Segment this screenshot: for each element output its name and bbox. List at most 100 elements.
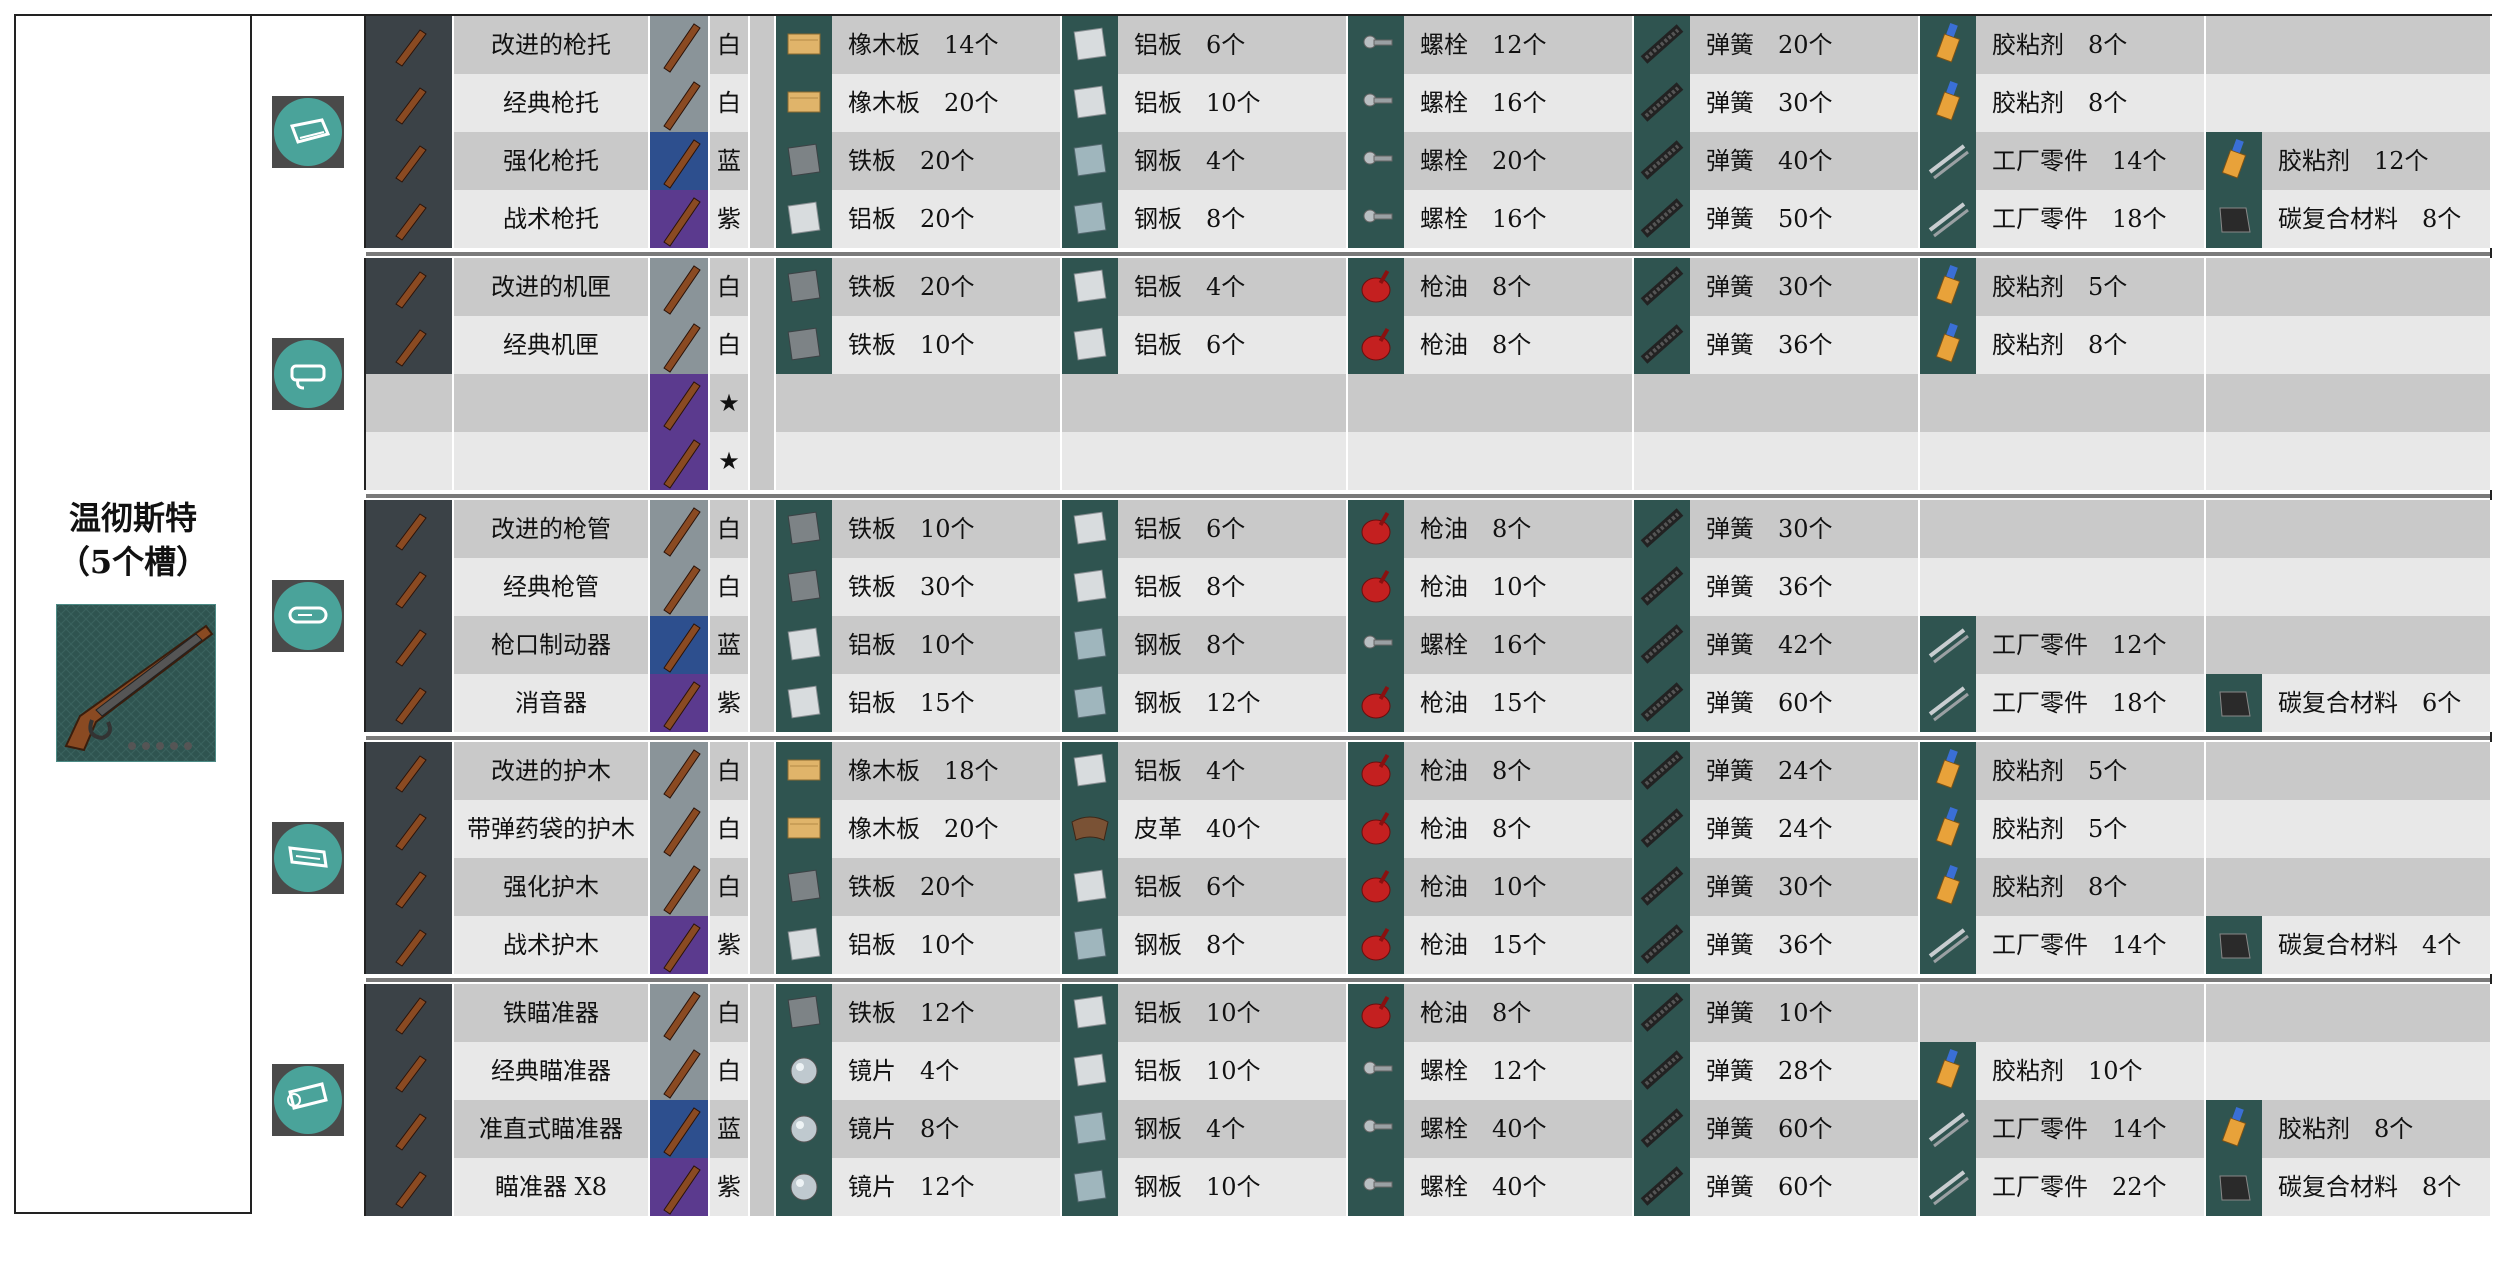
- material-name: 弹簧: [1706, 273, 1754, 301]
- material-cell: 弹簧 36个: [1634, 916, 1920, 974]
- spring-icon: [1634, 258, 1690, 316]
- steel-plate-icon: [1062, 616, 1118, 674]
- material-count: 14个: [2112, 931, 2167, 959]
- rarity-swatch: [650, 258, 710, 316]
- material-name: 橡木板: [848, 757, 920, 785]
- bolt-icon: [1348, 1042, 1404, 1100]
- material-label: 镜片 12个: [848, 1158, 975, 1216]
- material-label: 铝板 10个: [1134, 74, 1261, 132]
- iron-plate-icon: [776, 984, 832, 1042]
- material-count: 30个: [920, 573, 975, 601]
- material-cell: 橡木板 14个: [776, 16, 1062, 74]
- material-name: 镜片: [848, 1115, 896, 1143]
- material-count: 4个: [2422, 931, 2462, 959]
- material-count: 8个: [1492, 757, 1532, 785]
- material-cell: 工厂零件 14个: [1920, 132, 2206, 190]
- material-cell: 铁板 12个: [776, 984, 1062, 1042]
- rarity-swatch: [650, 190, 710, 248]
- material-count: 8个: [1492, 515, 1532, 543]
- material-count: 40个: [1778, 147, 1833, 175]
- material-name: 弹簧: [1706, 515, 1754, 543]
- part-name: 改进的枪管: [454, 500, 650, 558]
- table-row: 瞄准器 X8 紫 镜片 12个 钢板 10个 螺栓 40个 弹簧 60个 工厂零件 22个 碳复合材料 8…: [366, 1158, 2492, 1216]
- material-cell: 胶粘剂 12个: [2206, 132, 2492, 190]
- part-name: 铁瞄准器: [454, 984, 650, 1042]
- material-cell: 铁板 20个: [776, 858, 1062, 916]
- material-label: 皮革 40个: [1134, 800, 1261, 858]
- attachment-group: 改进的机匣白铁板 20个 铝板 4个 枪油 8个 弹簧 30个 胶粘剂 5个 经典机匣白铁板 10个铝…: [252, 258, 2492, 490]
- material-label: 螺栓 12个: [1420, 1042, 1547, 1100]
- grade-label: 紫: [710, 916, 750, 974]
- material-label: 胶粘剂 5个: [1992, 742, 2127, 800]
- rarity-swatch: [650, 374, 710, 432]
- material-name: 铁板: [848, 873, 896, 901]
- bolt-icon: [1348, 16, 1404, 74]
- factory-parts-icon: [1920, 1100, 1976, 1158]
- material-cell: 螺栓 40个: [1348, 1100, 1634, 1158]
- lens-icon: [776, 1100, 832, 1158]
- iron-plate-icon: [776, 558, 832, 616]
- material-name: 弹簧: [1706, 757, 1754, 785]
- material-count: 42个: [1778, 631, 1833, 659]
- material-name: 胶粘剂: [2278, 1115, 2350, 1143]
- material-label: 螺栓 16个: [1420, 190, 1547, 248]
- empty-cell: [1920, 432, 2206, 490]
- spacer: [750, 16, 776, 74]
- spacer: [750, 258, 776, 316]
- material-count: 5个: [2088, 757, 2128, 785]
- material-count: 15个: [1492, 931, 1547, 959]
- material-count: 40个: [1492, 1173, 1547, 1201]
- material-label: 铁板 20个: [848, 132, 975, 190]
- rarity-swatch: [650, 674, 710, 732]
- material-cell: 铁板 10个: [776, 500, 1062, 558]
- material-name: 铁板: [848, 999, 896, 1027]
- material-cell: 铝板 10个: [1062, 1042, 1348, 1100]
- material-label: 枪油 10个: [1420, 558, 1547, 616]
- material-count: 20个: [944, 89, 999, 117]
- empty-cell: [2206, 616, 2492, 674]
- iron-plate-icon: [776, 132, 832, 190]
- material-count: 10个: [920, 631, 975, 659]
- rarity-swatch: [650, 316, 710, 374]
- part-name: 经典枪托: [454, 74, 650, 132]
- material-label: 铝板 4个: [1134, 258, 1245, 316]
- iron-plate-icon: [776, 258, 832, 316]
- attachment-group: 改进的枪管白铁板 10个 铝板 6个 枪油 8个 弹簧 30个 经典枪管白铁板 30个 铝板 8个 枪油…: [252, 500, 2492, 732]
- part-thumbnail: [366, 916, 454, 974]
- part-thumbnail: [366, 558, 454, 616]
- group-divider: [366, 494, 2490, 498]
- material-count: 12个: [1492, 31, 1547, 59]
- material-count: 14个: [2112, 1115, 2167, 1143]
- steel-plate-icon: [1062, 1100, 1118, 1158]
- material-label: 枪油 8个: [1420, 316, 1531, 374]
- material-cell: 皮革 40个: [1062, 800, 1348, 858]
- material-count: 20个: [920, 205, 975, 233]
- material-name: 钢板: [1134, 689, 1182, 717]
- material-count: 8个: [1492, 999, 1532, 1027]
- material-label: 弹簧 24个: [1706, 742, 1833, 800]
- grade-label: 蓝: [710, 132, 750, 190]
- material-cell: 胶粘剂 8个: [1920, 316, 2206, 374]
- spacer: [750, 316, 776, 374]
- material-cell: 工厂零件 18个: [1920, 674, 2206, 732]
- material-name: 镜片: [848, 1173, 896, 1201]
- material-count: 10个: [1206, 999, 1261, 1027]
- material-count: 12个: [920, 999, 975, 1027]
- part-name: 经典瞄准器: [454, 1042, 650, 1100]
- material-cell: 铝板 4个: [1062, 258, 1348, 316]
- material-label: 弹簧 60个: [1706, 1158, 1833, 1216]
- bolt-icon: [1348, 616, 1404, 674]
- receiver-icon: [272, 338, 344, 410]
- material-count: 8个: [2088, 89, 2128, 117]
- material-name: 枪油: [1420, 757, 1468, 785]
- material-cell: 胶粘剂 8个: [1920, 74, 2206, 132]
- factory-parts-icon: [1920, 616, 1976, 674]
- spring-icon: [1634, 74, 1690, 132]
- table-row: ★: [366, 432, 2492, 490]
- material-cell: 橡木板 18个: [776, 742, 1062, 800]
- material-label: 枪油 8个: [1420, 258, 1531, 316]
- empty-cell: [2206, 74, 2492, 132]
- material-count: 10个: [1778, 999, 1833, 1027]
- material-cell: 碳复合材料 4个: [2206, 916, 2492, 974]
- material-label: 橡木板 18个: [848, 742, 999, 800]
